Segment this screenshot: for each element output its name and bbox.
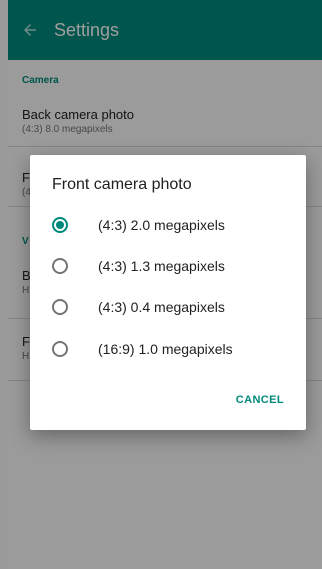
option-1-3-megapixels[interactable]: (4:3) 1.3 megapixels [30,245,306,286]
settings-screen: Settings Camera Back camera photo (4:3) … [8,0,322,569]
option-0-4-megapixels[interactable]: (4:3) 0.4 megapixels [30,286,306,327]
cancel-button[interactable]: CANCEL [236,394,284,406]
option-2-0-megapixels[interactable]: (4:3) 2.0 megapixels [30,204,306,245]
front-camera-photo-dialog: Front camera photo (4:3) 2.0 megapixels … [30,155,306,430]
radio-unchecked-icon[interactable] [52,340,68,357]
radio-unchecked-icon[interactable] [52,298,68,315]
option-label: (16:9) 1.0 megapixels [98,340,233,357]
option-label: (4:3) 1.3 megapixels [98,257,225,274]
option-label: (4:3) 2.0 megapixels [98,216,225,233]
option-1-0-megapixels-wide[interactable]: (16:9) 1.0 megapixels [30,328,306,369]
radio-checked-icon[interactable] [52,216,68,233]
option-label: (4:3) 0.4 megapixels [98,298,225,315]
dialog-title: Front camera photo [52,176,192,193]
radio-unchecked-icon[interactable] [52,257,68,274]
